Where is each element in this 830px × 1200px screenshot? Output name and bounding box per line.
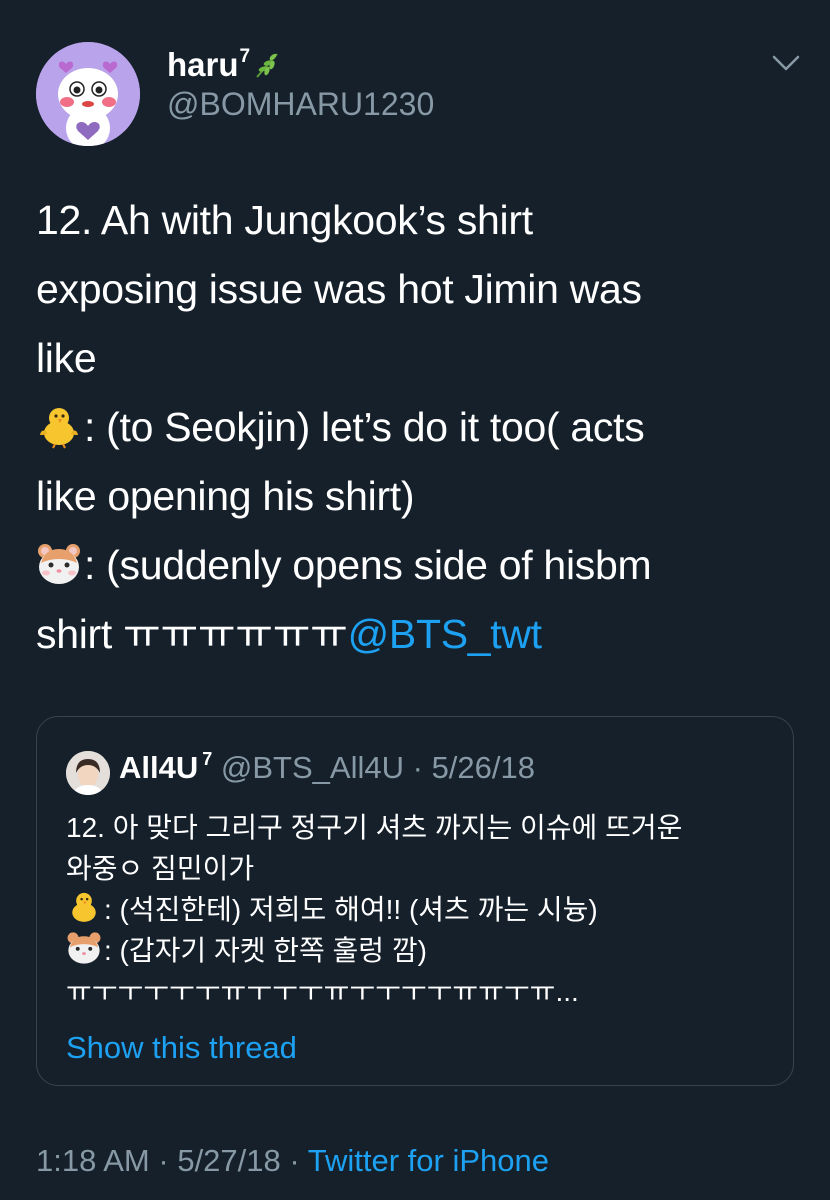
footer-separator-1: · <box>158 1143 169 1178</box>
tweet-line-2: exposing issue was hot Jimin was <box>36 266 642 312</box>
quoted-author-name[interactable]: All4U 7 <box>119 749 213 785</box>
hamster-face-emoji-icon <box>38 544 80 584</box>
tweet-text: 12. Ah with Jungkook’s shirt exposing is… <box>36 186 806 669</box>
tweet-line-3: like <box>36 335 97 381</box>
hamster-face-emoji-icon <box>67 932 101 964</box>
tweet-line-4-text: : (to Seokjin) let’s do it too( acts <box>84 404 645 450</box>
show-thread-link[interactable]: Show this thread <box>66 1030 297 1066</box>
tweet-detail: haru7 @BOMHARU1230 12. Ah with Jungkook’… <box>0 0 830 1200</box>
tweet-line-6: : (suddenly opens side of hisbm <box>36 531 806 600</box>
tweet-line-5: like opening his shirt) <box>36 473 415 519</box>
quoted-line-5: ㅠㅜㅜㅜㅜㅜㅠㅜㅜㅜㅠㅜㅜㅜㅜㅠㅠㅜㅠ... <box>66 976 579 1007</box>
tweet-line-1: 12. Ah with Jungkook’s shirt <box>36 197 533 243</box>
person-photo-avatar-icon <box>66 751 110 795</box>
quoted-date: 5/26/18 <box>431 750 535 785</box>
cartoon-bear-avatar-icon <box>36 42 140 146</box>
quoted-tweet-card[interactable]: All4U 7 @BTS_All4U · 5/26/18 12. 아 맞다 그리구… <box>36 716 794 1086</box>
tweet-time[interactable]: 1:18 AM <box>36 1143 150 1178</box>
tweet-source-link[interactable]: Twitter for iPhone <box>308 1143 549 1178</box>
quoted-author-name-text: All4U <box>119 750 199 785</box>
baby-chick-emoji-icon <box>40 408 78 449</box>
tweet-line-7: shirt ㅠㅠㅠㅠㅠㅠ@BTS_twt <box>36 600 806 669</box>
author-avatar[interactable] <box>36 42 140 146</box>
quoted-line-3-text: : (석진한테) 저희도 해여!! (셔츠 까는 시늉) <box>104 894 598 925</box>
author-name-superscript: 7 <box>239 46 251 67</box>
quoted-tweet-text: 12. 아 맞다 그리구 정구기 셔츠 까지는 이슈에 뜨거운 와중ㅇ 짐민이가… <box>66 807 776 1012</box>
tweet-line-6-text: : (suddenly opens side of hisbm <box>84 542 652 588</box>
herb-leaf-icon <box>256 53 278 78</box>
quoted-author-superscript: 7 <box>202 749 213 769</box>
quoted-author-handle: @BTS_All4U <box>220 750 404 785</box>
tweet-date[interactable]: 5/27/18 <box>177 1143 280 1178</box>
quoted-separator: · <box>412 750 423 785</box>
chevron-down-icon[interactable] <box>771 52 801 74</box>
quoted-line-4: : (갑자기 자켓 한쪽 훌렁 깜) <box>66 930 776 971</box>
mention-link[interactable]: @BTS_twt <box>348 611 542 657</box>
quoted-line-4-text: : (갑자기 자켓 한쪽 훌렁 깜) <box>104 935 427 966</box>
quoted-line-3: : (석진한테) 저희도 해여!! (셔츠 까는 시늉) <box>66 889 776 930</box>
author-handle[interactable]: @BOMHARU1230 <box>167 86 434 123</box>
quoted-line-2: 와중ㅇ 짐민이가 <box>66 853 255 884</box>
tweet-line-4: : (to Seokjin) let’s do it too( acts <box>36 393 806 462</box>
quoted-author-avatar[interactable] <box>66 751 110 795</box>
baby-chick-emoji-icon <box>72 892 96 922</box>
footer-separator-2: · <box>289 1143 300 1178</box>
tweet-line-7-text: shirt ㅠㅠㅠㅠㅠㅠ <box>36 611 348 657</box>
quoted-line-1: 12. 아 맞다 그리구 정구기 셔츠 까지는 이슈에 뜨거운 <box>66 812 683 843</box>
quoted-tweet-header: All4U 7 @BTS_All4U · 5/26/18 <box>119 749 535 786</box>
author-name-text: haru <box>167 46 239 83</box>
author-display-name[interactable]: haru7 <box>167 46 283 84</box>
tweet-footer: 1:18 AM · 5/27/18 · Twitter for iPhone <box>36 1143 549 1179</box>
